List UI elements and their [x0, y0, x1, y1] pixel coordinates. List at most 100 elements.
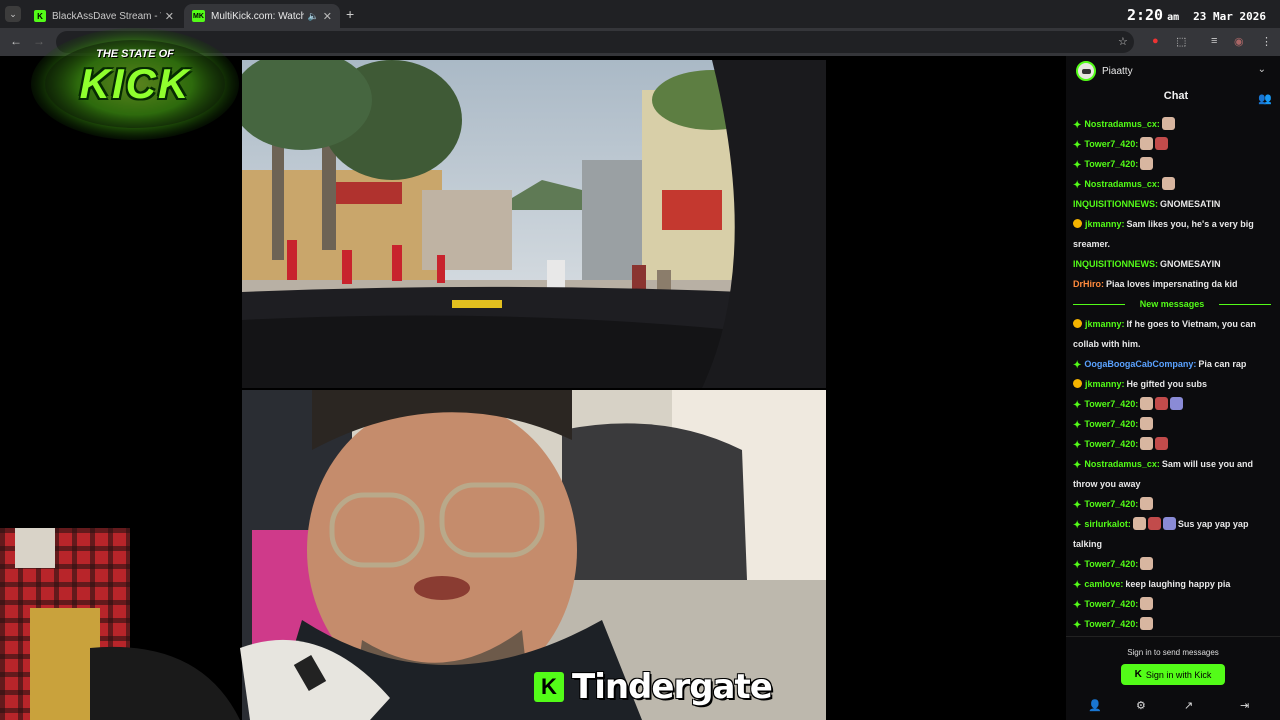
chevron-down-icon[interactable]: ⌄	[1258, 64, 1266, 75]
chat-message: ✦ Nostradamus_cx: Sam will use you and thr…	[1073, 454, 1271, 494]
tab-title: MultiKick.com: Watch Multi	[211, 10, 304, 22]
tab-multikick[interactable]: MK MultiKick.com: Watch Multi 🔈 ✕	[184, 4, 340, 28]
subscriber-badge-icon: ✦	[1073, 180, 1082, 191]
chat-message: INQUISITIONNEWS: GNOMESAYIN	[1073, 254, 1271, 274]
emote-icon	[1162, 517, 1176, 530]
kick-k-icon: K	[1134, 669, 1142, 680]
chat-message: ✦ Tower7_420:	[1073, 154, 1271, 174]
subscriber-badge-icon: ✦	[1073, 140, 1082, 151]
profile-icon[interactable]: ◉	[1234, 35, 1244, 48]
extension-red-icon[interactable]: ●	[1152, 35, 1159, 47]
emote-icon	[1140, 437, 1154, 450]
media-icon[interactable]: ≡	[1211, 35, 1217, 47]
emote-icon	[1170, 397, 1184, 410]
emote-icon	[1155, 437, 1169, 450]
state-of-kick-logo: THE STATE OF KICK	[28, 26, 242, 142]
chat-username[interactable]: jkmanny:	[1085, 219, 1125, 229]
signin-prompt: Sign in to send messages	[1127, 648, 1219, 657]
chat-username[interactable]: Tower7_420:	[1084, 159, 1138, 169]
tab-title: BlackAssDave Stream - Watch L	[52, 10, 161, 22]
emote-icon	[1140, 617, 1154, 630]
chat-message: jkmanny: Sam likes you, he's a very big s…	[1073, 214, 1271, 254]
emote-icon	[1161, 177, 1175, 190]
chat-username[interactable]: Tower7_420:	[1084, 139, 1138, 149]
chat-username[interactable]: jkmanny:	[1085, 379, 1125, 389]
coin-badge-icon	[1073, 219, 1082, 228]
subscriber-badge-icon: ✦	[1073, 500, 1082, 511]
channel-header[interactable]: Piaatty ⌄	[1066, 56, 1280, 86]
emote-icon	[1140, 557, 1154, 570]
subscriber-badge-icon: ✦	[1073, 600, 1082, 611]
chat-message: ✦ Tower7_420:	[1073, 594, 1271, 614]
chat-username[interactable]: camlove:	[1084, 579, 1123, 589]
chat-username[interactable]: jkmanny:	[1085, 319, 1125, 329]
popout-icon[interactable]: ↗	[1184, 699, 1193, 712]
close-tab-icon[interactable]: ✕	[165, 10, 174, 23]
chat-username[interactable]: Tower7_420:	[1084, 399, 1138, 409]
signin-button-label: Sign in with Kick	[1145, 669, 1212, 680]
tab-search-icon[interactable]: ⌄	[5, 6, 21, 22]
chat-username[interactable]: Nostradamus_cx:	[1084, 179, 1160, 189]
chat-panel: Piaatty ⌄ Chat 👥 ✦ Nostradamus_cx: ✦ Tower7…	[1066, 56, 1280, 720]
chat-message: ✦ Tower7_420:	[1073, 134, 1271, 154]
menu-dots-icon[interactable]: ⋮	[1261, 35, 1272, 48]
logo-line1: THE STATE OF	[96, 48, 174, 60]
chat-message: ✦ Tower7_420:	[1073, 434, 1271, 454]
subscriber-badge-icon: ✦	[1073, 160, 1082, 171]
chat-username[interactable]: Tower7_420:	[1084, 559, 1138, 569]
chat-username[interactable]: DrHiro:	[1073, 279, 1104, 289]
subscriber-badge-icon: ✦	[1073, 620, 1082, 631]
chat-username[interactable]: Tower7_420:	[1084, 619, 1138, 629]
chat-username[interactable]: INQUISITIONNEWS:	[1073, 199, 1158, 209]
subscriber-badge-icon: ✦	[1073, 520, 1082, 531]
chat-username[interactable]: sirlurkalot:	[1084, 519, 1131, 529]
new-messages-divider: New messages	[1073, 294, 1271, 314]
chat-message: ✦ sirlurkalot: Sus yap yap yap talking	[1073, 514, 1271, 554]
speaker-icon[interactable]: 🔈	[308, 11, 319, 22]
kick-k-icon: K	[534, 672, 564, 702]
chat-username[interactable]: INQUISITIONNEWS:	[1073, 259, 1158, 269]
chat-username[interactable]: Tower7_420:	[1084, 599, 1138, 609]
subscriber-badge-icon: ✦	[1073, 360, 1082, 371]
chat-message: jkmanny: He gifted you subs	[1073, 374, 1271, 394]
chat-username[interactable]: Nostradamus_cx:	[1084, 459, 1160, 469]
chat-username[interactable]: Tower7_420:	[1084, 499, 1138, 509]
subscriber-badge-icon: ✦	[1073, 560, 1082, 571]
extensions-icon[interactable]: ⬚	[1176, 35, 1186, 48]
users-icon[interactable]: 👥	[1258, 92, 1272, 105]
signin-with-kick-button[interactable]: K Sign in with Kick	[1121, 664, 1225, 685]
chat-username[interactable]: Nostradamus_cx:	[1084, 119, 1160, 129]
caption-overlay: K Tindergate	[534, 667, 773, 707]
tab-blackassdave[interactable]: K BlackAssDave Stream - Watch L ✕	[26, 4, 182, 28]
emote-icon	[1140, 417, 1154, 430]
back-arrow-icon[interactable]: ←	[10, 34, 22, 48]
chat-username[interactable]: OogaBoogaCabCompany:	[1084, 359, 1196, 369]
street-scene-image	[242, 60, 826, 388]
chat-title: Chat	[1163, 90, 1189, 102]
chat-message: ✦ Tower7_420:	[1073, 414, 1271, 434]
webcam-person-image	[0, 528, 390, 720]
video-stream-street[interactable]	[242, 60, 826, 388]
emote-icon	[1161, 117, 1175, 130]
bookmark-star-icon[interactable]: ☆	[1118, 35, 1128, 48]
chat-title-row: Chat 👥	[1066, 90, 1280, 110]
follow-icon[interactable]: 👤	[1088, 699, 1102, 712]
chat-message: ✦ OogaBoogaCabCompany: Pia can rap	[1073, 354, 1271, 374]
chat-message-text: keep laughing happy pia	[1125, 579, 1231, 589]
chat-username[interactable]: Tower7_420:	[1084, 419, 1138, 429]
chat-message: DrHiro: Piaa loves impersnating da kid	[1073, 274, 1271, 294]
chat-message-list[interactable]: ✦ Nostradamus_cx: ✦ Tower7_420: ✦ Tower7_420:…	[1073, 114, 1271, 634]
clock-time: 2:20	[1126, 6, 1164, 24]
close-tab-icon[interactable]: ✕	[323, 10, 332, 23]
chat-message: ✦ camlove: keep laughing happy pia	[1073, 574, 1271, 594]
multikick-favicon-icon: MK	[192, 10, 205, 22]
clock-ampm: am	[1167, 12, 1180, 23]
new-tab-button[interactable]: +	[346, 6, 354, 22]
exit-icon[interactable]: ⇥	[1240, 699, 1249, 712]
settings-icon[interactable]: ⚙	[1136, 699, 1146, 712]
channel-name: Piaatty	[1102, 65, 1133, 77]
chat-message-text: GNOMESAYIN	[1160, 259, 1221, 269]
chat-username[interactable]: Tower7_420:	[1084, 439, 1138, 449]
emote-icon	[1140, 157, 1154, 170]
emote-icon	[1140, 397, 1154, 410]
